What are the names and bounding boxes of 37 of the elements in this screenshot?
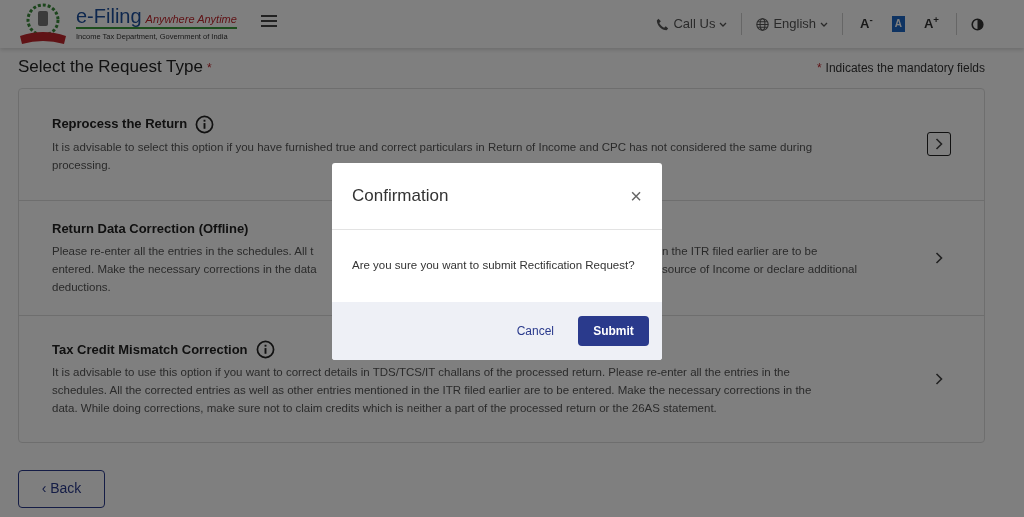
option-title: Return Data Correction (Offline) bbox=[52, 219, 249, 238]
brand-name: e-Filing bbox=[76, 5, 142, 26]
font-size-button[interactable]: A$^{-}$ bbox=[857, 16, 876, 32]
tagline: Anywhere Anytime bbox=[145, 11, 237, 27]
info-icon[interactable] bbox=[195, 114, 215, 134]
close-button[interactable]: × bbox=[630, 186, 642, 206]
submit-button[interactable]: Submit bbox=[578, 316, 649, 346]
contrast-icon[interactable] bbox=[971, 17, 984, 31]
cancel-button[interactable]: Cancel bbox=[510, 321, 560, 341]
option-description: source of Income or declare additional bbox=[662, 262, 857, 278]
caret-icon bbox=[820, 21, 829, 27]
caret-icon bbox=[719, 21, 728, 27]
globe-menu[interactable]: English bbox=[773, 14, 817, 34]
globe-icon bbox=[756, 17, 770, 31]
dialog-message: Are you sure you want to submit Rectification Request? bbox=[352, 258, 635, 274]
option-title: Tax Credit Mismatch Correction bbox=[52, 340, 248, 359]
option-description: Please re-enter all the entries in the schedules. All t bbox=[52, 244, 314, 260]
option-description: deductions. bbox=[52, 280, 111, 296]
option-description: entered. Make the necessary corrections in the data bbox=[52, 262, 317, 278]
option-description: It is advisable to use this option if you want to correct details in TDS/TCS/IT challans of the processed return. Please re-enter all the entries in the schedules. All the corrected entries as well as other entries mentioned in the ITR filed earlier are to be entered. Make the necessary corrections in the data. While doing corrections, make sure not to claim credits which is neither a part of the processed return or the 26AS statement. bbox=[52, 365, 813, 417]
emblem-logo bbox=[18, 2, 68, 46]
phone-menu[interactable]: Call Us bbox=[673, 14, 716, 34]
required-mark: * bbox=[206, 60, 212, 77]
option-title: Reprocess the Return bbox=[52, 115, 188, 134]
option-description: It is advisable to select this option if you have furnished true and correct particulars in Return of Income and CPC has not considered the same during processing. bbox=[52, 139, 814, 173]
page-title: Select the Request Type bbox=[18, 56, 203, 78]
font-size-button[interactable]: A bbox=[891, 16, 905, 32]
menu-icon[interactable] bbox=[260, 14, 277, 27]
option-description: n the ITR filed earlier are to be bbox=[662, 244, 818, 260]
required-mark: * bbox=[816, 60, 822, 77]
phone-icon bbox=[656, 17, 670, 31]
back-button[interactable]: ‹ Back bbox=[18, 469, 105, 508]
font-size-button[interactable]: A$^{+}$ bbox=[920, 16, 942, 32]
info-icon[interactable] bbox=[255, 340, 275, 359]
dialog-title: Confirmation bbox=[352, 185, 449, 208]
chevron-right-icon[interactable] bbox=[927, 132, 951, 156]
mandatory-note: Indicates the mandatory fields bbox=[825, 60, 985, 77]
